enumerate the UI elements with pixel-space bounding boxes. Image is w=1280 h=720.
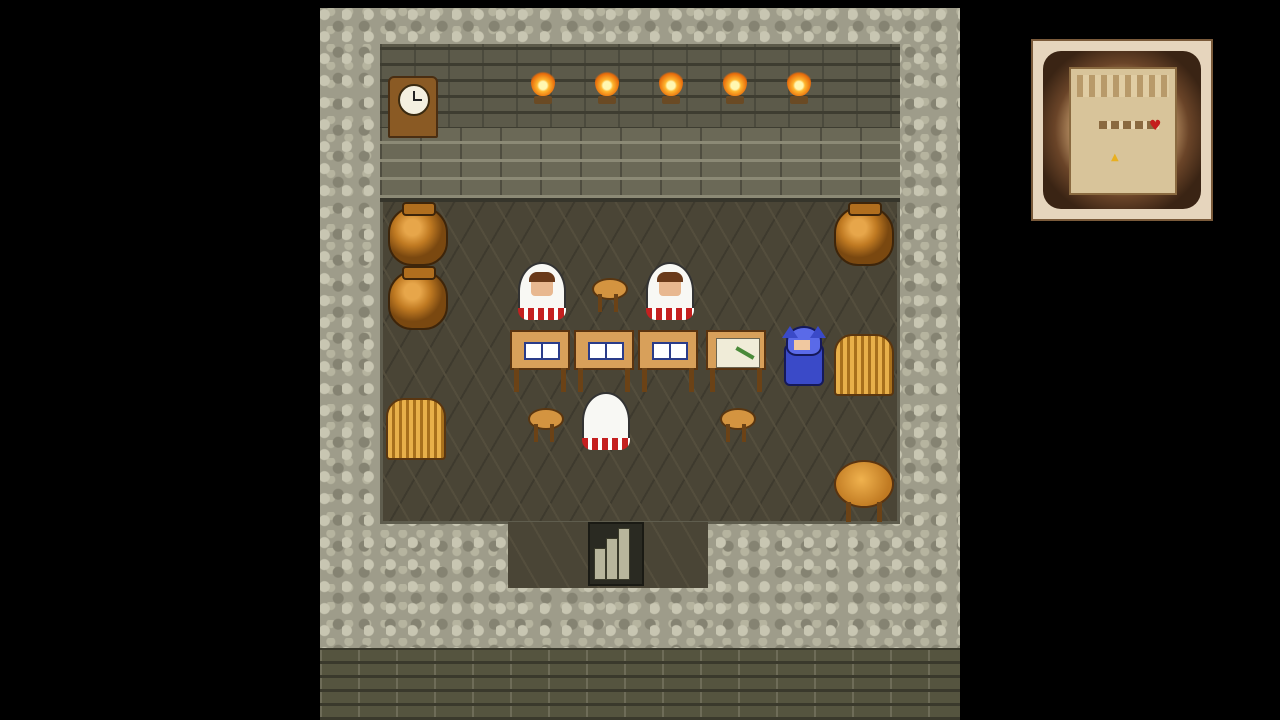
torch-5 [784,58,814,118]
torch-2 [592,58,622,118]
npc-white-mage-back[interactable] [576,388,636,454]
wall-clock[interactable] [388,76,438,138]
wall-ledge [380,128,900,202]
flame-icon [723,66,747,96]
open-book-icon [652,342,688,360]
lower-wall [320,648,960,720]
round-table [834,460,894,522]
clock-face-icon [398,84,430,116]
flame-icon [787,66,811,96]
flame-icon [595,66,619,96]
clay-pot[interactable] [834,202,894,266]
clay-pot[interactable] [388,202,448,266]
open-book-icon [588,342,624,360]
open-book-icon [524,342,560,360]
heart-marker-icon: ♥ [1149,118,1162,134]
stool [592,278,628,312]
minimap[interactable]: ♥ ▲ [1031,39,1213,221]
flame-icon [659,66,683,96]
torch-3 [656,58,686,118]
paper-quill-icon [716,338,760,368]
torch-4 [720,58,750,118]
desk-with-book[interactable] [510,330,570,392]
desk-with-book[interactable] [574,330,634,392]
stairs-icon[interactable] [588,522,644,586]
game-viewport [320,8,960,720]
npc-white-mage[interactable] [512,258,572,324]
minimap-room: ♥ ▲ [1069,67,1177,195]
stool [528,408,564,442]
flame-icon [531,66,555,96]
hay-bale [386,398,446,460]
clay-pot[interactable] [388,266,448,330]
desk-with-paper[interactable] [706,330,766,392]
exit-marker-icon: ▲ [1111,152,1119,163]
desk-with-book[interactable] [638,330,698,392]
torch-1 [528,58,558,118]
npc-white-mage[interactable] [640,258,700,324]
player-character[interactable] [774,326,830,392]
stool [720,408,756,442]
hay-bale [834,334,894,396]
